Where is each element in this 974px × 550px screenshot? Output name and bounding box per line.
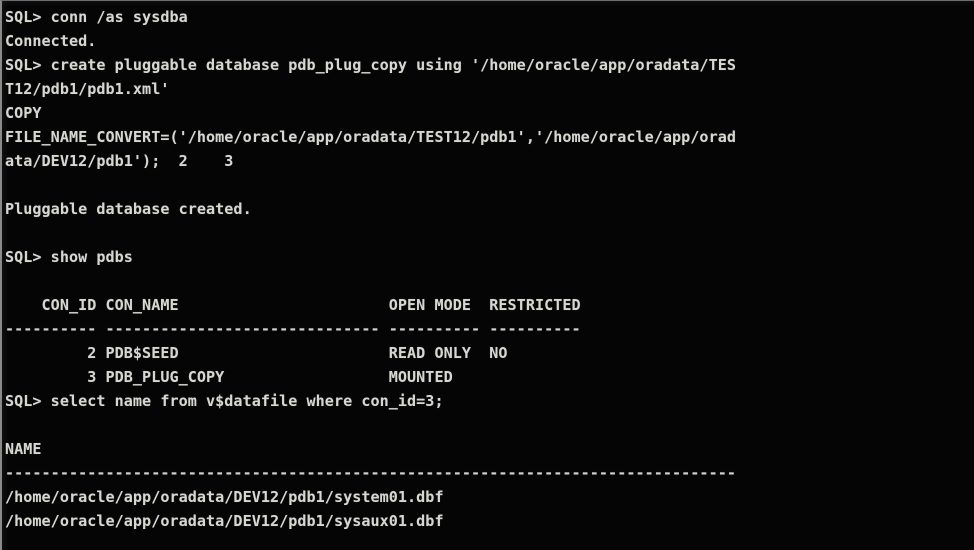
terminal-line-header: NAME <box>5 440 42 458</box>
terminal-line-row: 3 PDB_PLUG_COPY MOUNTED <box>5 368 453 386</box>
terminal-line-prompt: SQL> create pluggable database pdb_plug_… <box>5 56 736 74</box>
terminal-output-buffer[interactable]: SQL> conn /as sysdba Connected. SQL> creat… <box>2 1 736 533</box>
terminal-line-rule: ----------------------------------------… <box>5 464 736 482</box>
terminal-line-header: CON_ID CON_NAME OPEN MODE RESTRICTED <box>5 296 581 314</box>
terminal-line-output: Pluggable database created. <box>5 200 252 218</box>
terminal-window[interactable]: SQL> conn /as sysdba Connected. SQL> creat… <box>0 0 974 550</box>
terminal-line-row: /home/oracle/app/oradata/DEV12/pdb1/syst… <box>5 488 444 506</box>
terminal-line-row: /home/oracle/app/oradata/DEV12/pdb1/sysa… <box>5 512 444 530</box>
terminal-line-output: Connected. <box>5 32 97 50</box>
terminal-line-wrap: T12/pdb1/pdb1.xml' <box>5 80 170 98</box>
terminal-line-wrap: ata/DEV12/pdb1'); 2 3 <box>5 152 234 170</box>
terminal-line-prompt: SQL> show pdbs <box>5 248 133 266</box>
terminal-line-prompt: SQL> select name from v$datafile where c… <box>5 392 444 410</box>
terminal-line-row: 2 PDB$SEED READ ONLY NO <box>5 344 508 362</box>
terminal-line-input: COPY <box>5 104 42 122</box>
terminal-line-rule: ---------- -----------------------------… <box>5 320 581 338</box>
terminal-line-input: FILE_NAME_CONVERT=('/home/oracle/app/ora… <box>5 128 736 146</box>
terminal-line-prompt: SQL> conn /as sysdba <box>5 8 188 26</box>
